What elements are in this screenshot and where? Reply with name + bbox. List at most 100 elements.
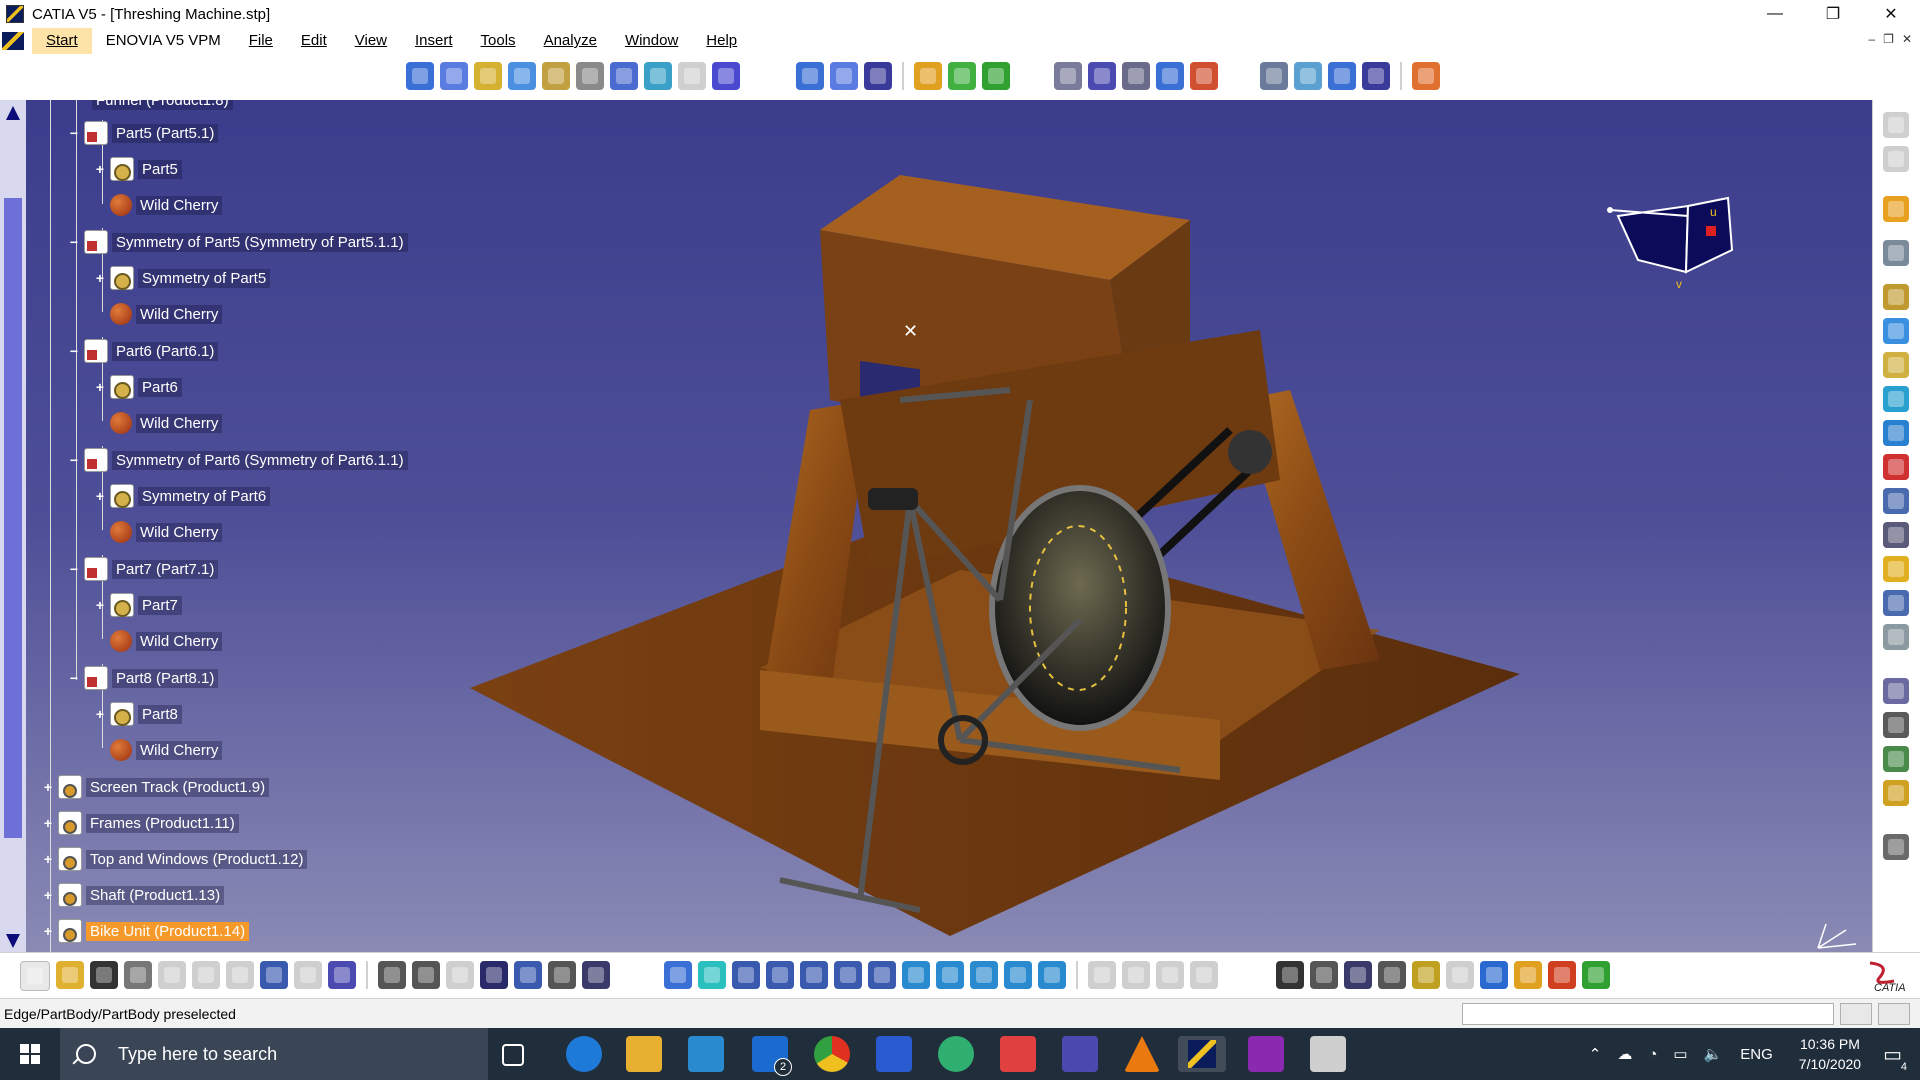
snip-icon[interactable] (1000, 1036, 1036, 1072)
tree-row-material[interactable]: Wild Cherry (110, 518, 223, 546)
numbering-icon[interactable] (610, 62, 638, 90)
tree-row-symmetry-part5[interactable]: + Symmetry of Part5 (94, 264, 271, 292)
manipulation-icon[interactable] (796, 62, 824, 90)
menu-view[interactable]: View (341, 28, 401, 54)
expand-icon[interactable]: + (94, 707, 106, 721)
update-all-icon[interactable] (1446, 961, 1474, 989)
clock[interactable]: 10:36 PM 7/10/2020 (1799, 1034, 1861, 1074)
save-icon[interactable] (90, 961, 118, 989)
new-file-icon[interactable] (20, 961, 50, 991)
coincidence-constraint-icon[interactable] (914, 62, 942, 90)
scroll-up-arrow-icon[interactable] (6, 106, 20, 120)
fix-together-icon[interactable] (1883, 780, 1909, 806)
manage-representations-icon[interactable] (678, 62, 706, 90)
weld-feature-icon[interactable] (1054, 62, 1082, 90)
menu-enovia[interactable]: ENOVIA V5 VPM (92, 28, 235, 54)
collapse-icon[interactable]: − (68, 671, 80, 685)
tree-row-symmetry-part6-instance[interactable]: − Symmetry of Part6 (Symmetry of Part6.1… (68, 446, 408, 474)
generate-numbering-icon[interactable] (1883, 488, 1909, 514)
expand-icon[interactable]: + (42, 888, 54, 902)
contact-constraint-icon[interactable] (948, 62, 976, 90)
multi-instantiate-icon[interactable] (1883, 590, 1909, 616)
whats-this-icon[interactable] (328, 961, 356, 989)
redo-icon[interactable] (294, 961, 322, 989)
collapse-icon[interactable]: − (68, 126, 80, 140)
open-folder-icon[interactable] (56, 961, 84, 989)
tree-row-part6-instance[interactable]: − Part6 (Part6.1) (68, 337, 219, 365)
law-icon[interactable] (514, 961, 542, 989)
part-icon[interactable] (440, 62, 468, 90)
tree-row-shaft[interactable]: + Shaft (Product1.13) (42, 881, 225, 909)
zoom-in-icon[interactable] (800, 961, 828, 989)
collapse-icon[interactable]: − (68, 562, 80, 576)
zoom-out-icon[interactable] (834, 961, 862, 989)
update-icon[interactable] (1883, 834, 1909, 860)
app-window-icon[interactable] (1310, 1036, 1346, 1072)
cut-icon[interactable] (158, 961, 186, 989)
catalog-browser-icon[interactable] (1883, 112, 1909, 138)
offset-constraint-icon[interactable] (982, 62, 1010, 90)
file-explorer-icon[interactable] (626, 1036, 662, 1072)
tree-row-frames[interactable]: + Frames (Product1.11) (42, 809, 239, 837)
tree-row-part7[interactable]: + Part7 (94, 591, 182, 619)
selective-load-icon[interactable] (1883, 522, 1909, 548)
tree-row-part7-instance[interactable]: − Part7 (Part7.1) (68, 555, 219, 583)
camera-icon[interactable] (1276, 961, 1304, 989)
measure-item-icon[interactable] (1378, 961, 1406, 989)
text-with-leader-icon[interactable] (1088, 62, 1116, 90)
tree-row-bike-unit[interactable]: + Bike Unit (Product1.14) (42, 917, 250, 945)
compass-widget[interactable]: u v (1600, 180, 1750, 290)
next-icon[interactable] (1122, 961, 1150, 989)
new-component-icon[interactable] (1883, 284, 1909, 310)
expand-icon[interactable]: + (42, 816, 54, 830)
menu-analyze[interactable]: Analyze (530, 28, 611, 54)
task-view-icon[interactable] (502, 1044, 524, 1066)
flexible-icon[interactable] (1883, 712, 1909, 738)
status-button-1[interactable] (1840, 1003, 1872, 1025)
catia-task-active[interactable] (1178, 1036, 1226, 1072)
cut-section-icon[interactable] (1156, 961, 1184, 989)
select-arrow-icon[interactable] (1883, 196, 1909, 222)
capture-icon[interactable] (1310, 961, 1338, 989)
command-input[interactable] (1462, 1003, 1834, 1025)
taskbar-search[interactable]: Type here to search (60, 1028, 488, 1080)
tree-row-screen-track[interactable]: + Screen Track (Product1.9) (42, 773, 270, 801)
scene-icon[interactable] (1582, 961, 1610, 989)
tree-row-part8[interactable]: + Part8 (94, 700, 182, 728)
menu-insert[interactable]: Insert (401, 28, 467, 54)
tree-row-part5[interactable]: + Part5 (94, 155, 182, 183)
clash-icon[interactable] (1260, 62, 1288, 90)
restore-button[interactable]: ❐ (1804, 0, 1862, 28)
menu-edit[interactable]: Edit (287, 28, 341, 54)
fix-icon[interactable] (1883, 746, 1909, 772)
status-button-2[interactable] (1878, 1003, 1910, 1025)
catia-composer-icon[interactable] (1062, 1036, 1098, 1072)
replace-component-icon[interactable] (542, 62, 570, 90)
sectioning-icon[interactable] (1294, 62, 1322, 90)
reconnect-icon[interactable] (1088, 961, 1116, 989)
expand-icon[interactable]: + (94, 489, 106, 503)
new-part-icon[interactable] (1883, 352, 1909, 378)
tree-row-symmetry-part6[interactable]: + Symmetry of Part6 (94, 482, 271, 510)
pan-icon[interactable] (732, 961, 760, 989)
apply-material-icon[interactable] (582, 961, 610, 989)
doc-minimize-icon[interactable]: – (1868, 32, 1875, 46)
menu-tools[interactable]: Tools (467, 28, 530, 54)
menu-start[interactable]: Start (32, 28, 92, 54)
multi-view-icon[interactable] (902, 961, 930, 989)
tree-row-top-and-windows[interactable]: + Top and Windows (Product1.12) (42, 845, 308, 873)
formula-icon[interactable] (378, 961, 406, 989)
hide-show-icon[interactable] (1004, 961, 1032, 989)
scroll-down-arrow-icon[interactable] (6, 934, 20, 948)
tree-row-part5-instance[interactable]: − Part5 (Part5.1) (68, 119, 219, 147)
expand-icon[interactable]: + (94, 380, 106, 394)
bill-of-material-icon[interactable] (1362, 62, 1390, 90)
mail-icon[interactable]: 2 (752, 1036, 792, 1076)
design-table-icon[interactable] (480, 961, 508, 989)
wifi-icon[interactable]: ◔ (1648, 1046, 1657, 1063)
reorder-icon[interactable] (1883, 454, 1909, 480)
onedrive-icon[interactable]: ☁ (1617, 1045, 1632, 1063)
snap-icon[interactable] (830, 62, 858, 90)
component-icon[interactable] (474, 62, 502, 90)
shading-icon[interactable] (970, 961, 998, 989)
